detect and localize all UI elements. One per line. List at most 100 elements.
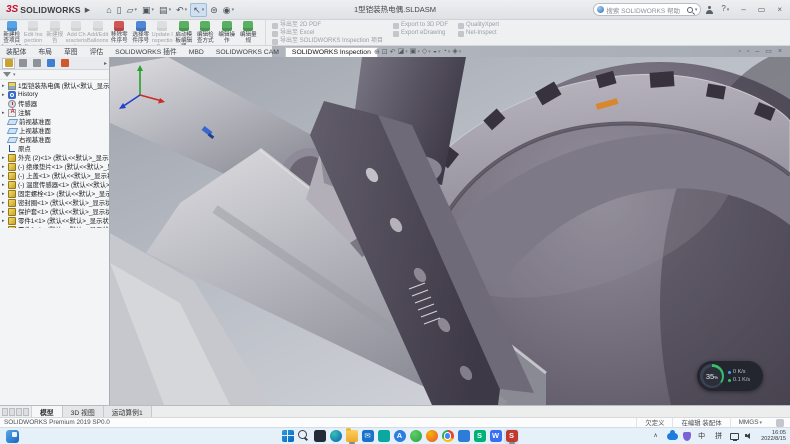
ime-mode-indicator[interactable]: 拼 [713,430,725,442]
taskbar-solidworks[interactable]: S [504,429,519,444]
start-button[interactable] [280,429,295,444]
ribbon-button[interactable]: Edit Inspection Project [23,20,45,45]
section-view-icon[interactable]: ◪ [398,47,408,57]
restore-button[interactable]: ▭ [754,1,770,19]
displaymanager-tab[interactable] [58,58,71,69]
taskbar-edge[interactable] [328,429,343,444]
taskbar-chrome[interactable] [440,429,455,444]
volume-icon[interactable] [744,430,756,442]
taskbar-app-dark[interactable] [312,429,327,444]
command-tab[interactable]: SOLIDWORKS Inspection [285,47,378,57]
ribbon-button[interactable]: 启动模板编辑器 [173,20,195,45]
display-style-icon[interactable]: ◇ [422,47,431,57]
ribbon-button[interactable]: Add Characteristic [66,20,88,45]
open-icon[interactable]: ▱ [125,4,139,16]
taskbar-browser-colorful[interactable] [424,429,439,444]
tree-item[interactable]: History [0,90,109,99]
taskbar-widgets-icon[interactable] [6,430,19,443]
tree-item[interactable]: 前视基准面 [0,117,109,126]
tree-item[interactable]: 原点 [0,144,109,153]
export-link[interactable]: 导出至 Excel [272,30,383,37]
tray-expand-icon[interactable]: ∧ [650,430,662,442]
menu-expand-icon[interactable]: ▶ [85,6,90,14]
panel-tabs-overflow-icon[interactable]: ▸ [104,60,107,67]
print-icon[interactable]: ▤ [157,4,173,16]
tab-scroll-buttons[interactable] [0,406,32,417]
export-link[interactable]: QualityXpert [458,22,499,29]
tree-item[interactable]: 保护套<1> (默认<<默认>_显示状 [0,207,109,216]
security-shield-icon[interactable] [683,432,691,441]
document-tab[interactable]: 模型 [32,406,63,417]
zoom-fit-icon[interactable]: ⊕ [374,48,380,57]
taskbar-clock[interactable]: 16:05 2022/8/15 [761,430,786,442]
save-icon[interactable]: ▣ [140,4,156,16]
doc-restore-icon[interactable]: ▫ [747,47,749,56]
export-link[interactable]: Export eDrawing [393,30,448,37]
tree-item[interactable]: 外壳 (2)<1> (默认<<默认>_显示状 [0,153,109,162]
export-link[interactable]: Net-Inspect [458,30,499,37]
tree-item[interactable]: (-) 温度传感器<1> (默认<<默认>_ [0,180,109,189]
featuremanager-tab[interactable] [2,58,15,69]
search-icon[interactable] [687,7,693,13]
zoom-area-icon[interactable]: ⊡ [382,48,388,57]
new-document-icon[interactable]: ▯ [115,4,124,16]
window-close-icon[interactable]: × [778,47,782,56]
status-item[interactable]: 在编辑 装配体 [672,418,729,427]
tree-item[interactable]: (-) 绝缘垫片<1> (默认<<默认>_显 [0,162,109,171]
status-tag-icon[interactable] [776,419,784,427]
command-tab[interactable]: SOLIDWORKS 插件 [109,45,183,57]
ribbon-button[interactable]: 编辑操作 [216,20,238,45]
tree-root[interactable]: 1型铠装热电偶 (默认<默认_显示状态-1> [0,81,109,90]
search-button[interactable] [296,429,311,444]
taskbar-app-blue[interactable] [456,429,471,444]
tree-filter[interactable]: ▾ [0,70,109,80]
tree-item[interactable]: 传感器 [0,99,109,108]
taskbar-mail[interactable]: ✉ [360,429,375,444]
close-button[interactable]: × [773,1,786,19]
display-icon[interactable] [730,433,739,440]
command-tab[interactable]: MBD [183,48,210,57]
help-search-input[interactable]: 搜索 SOLIDWORKS 帮助 ▾ [593,3,701,16]
accelerator-ball-widget[interactable]: 35% 0 K/s 0.1 K/s [697,361,763,391]
tree-item[interactable]: (-) 上盖<1> (默认<<默认>_显示状 [0,171,109,180]
tree-item[interactable]: 右视基准面 [0,135,109,144]
taskbar-app-teal[interactable] [376,429,391,444]
graphics-viewport[interactable]: 35% 0 K/s 0.1 K/s [110,57,790,405]
scene-icon[interactable]: ◈ [452,47,461,57]
taskbar-app-green-circle[interactable] [408,429,423,444]
configurationmanager-tab[interactable] [30,58,43,69]
ribbon-button[interactable]: Update Inspection Project [152,20,174,45]
doc-minimize-icon[interactable]: ▫ [738,47,740,56]
ribbon-button[interactable]: Add/Edit Balloons [87,20,109,45]
view-orientation-icon[interactable]: ▣ [410,47,420,57]
ribbon-button[interactable]: 编辑检查方式 [195,20,217,45]
document-tab[interactable]: 运动算例1 [104,406,152,417]
minimize-button[interactable]: – [737,1,749,19]
command-tab[interactable]: 布局 [32,45,58,57]
ribbon-button[interactable]: 移除零件序号 [109,20,131,45]
cloud-icon[interactable] [667,433,678,440]
select-icon[interactable]: ↖ [190,3,207,17]
ribbon-button[interactable]: 选择零件序号 [130,20,152,45]
taskbar-browser-blue[interactable]: A [392,429,407,444]
ime-lang-indicator[interactable]: 中 [696,430,708,442]
export-link[interactable]: 导出至 SOLIDWORKS Inspection 项目 [272,38,383,45]
appearance-icon[interactable]: ◔ [443,47,451,57]
tree-item[interactable]: 密封圈<1> (默认<<默认>_显示状 [0,198,109,207]
ribbon-button[interactable]: 新建检查项目(amp;N) [1,20,23,45]
hide-show-icon[interactable]: ◒ [433,47,441,57]
tree-item[interactable]: 注解 [0,108,109,117]
command-tab[interactable]: 评估 [84,45,110,57]
login-icon[interactable] [705,6,713,14]
taskbar-file-explorer[interactable] [344,429,359,444]
status-item[interactable]: MMGS [730,418,770,427]
window-minimize-icon[interactable]: – [755,47,759,56]
window-restore-icon[interactable]: ▭ [765,47,772,56]
propertymanager-tab[interactable] [16,58,29,69]
home-icon[interactable]: ⌂ [104,4,113,16]
help-button[interactable]: ? [717,0,733,19]
options-icon[interactable]: ◉ [221,4,236,16]
tree-item[interactable]: 上视基准面 [0,126,109,135]
export-link[interactable]: 导出至 2D PDF [272,22,383,29]
export-link[interactable]: Export to 3D PDF [393,22,448,29]
